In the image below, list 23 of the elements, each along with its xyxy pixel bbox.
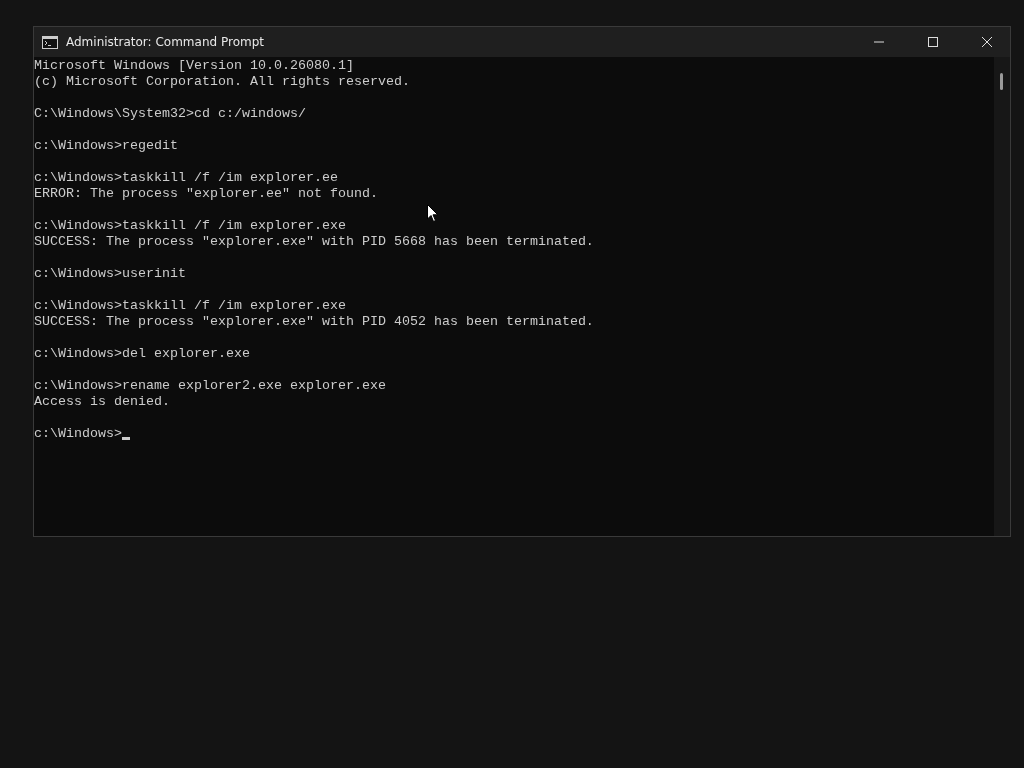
console-line: SUCCESS: The process "explorer.exe" with PID 5668 has been terminated. <box>34 234 594 250</box>
console-line: Access is denied. <box>34 394 170 410</box>
console-line: c:\Windows>del explorer.exe <box>34 346 250 362</box>
console-line: c:\Windows>taskkill /f /im explorer.exe <box>34 298 346 314</box>
console-line: c:\Windows>rename explorer2.exe explorer.exe <box>34 378 386 394</box>
console-line: (c) Microsoft Corporation. All rights reserved. <box>34 74 410 90</box>
mouse-pointer-icon <box>427 204 439 223</box>
console-app-icon <box>42 35 58 49</box>
console-line: SUCCESS: The process "explorer.exe" with PID 4052 has been terminated. <box>34 314 594 330</box>
command-prompt-text: c:\Windows> <box>34 426 122 442</box>
console-line: c:\Windows>userinit <box>34 266 186 282</box>
scrollbar-thumb[interactable] <box>1000 73 1003 90</box>
text-cursor <box>122 437 130 440</box>
console-line: C:\Windows\System32>cd c:/windows/ <box>34 106 306 122</box>
maximize-icon <box>928 37 938 47</box>
console-line: c:\Windows>taskkill /f /im explorer.ee <box>34 170 338 186</box>
window-title: Administrator: Command Prompt <box>66 35 265 49</box>
console-line: Microsoft Windows [Version 10.0.26080.1] <box>34 58 354 74</box>
scrollbar[interactable] <box>994 57 1010 536</box>
console-line: ERROR: The process "explorer.ee" not found. <box>34 186 378 202</box>
close-icon <box>982 37 992 47</box>
console-line: c:\Windows>regedit <box>34 138 178 154</box>
console-line: c:\Windows>taskkill /f /im explorer.exe <box>34 218 346 234</box>
